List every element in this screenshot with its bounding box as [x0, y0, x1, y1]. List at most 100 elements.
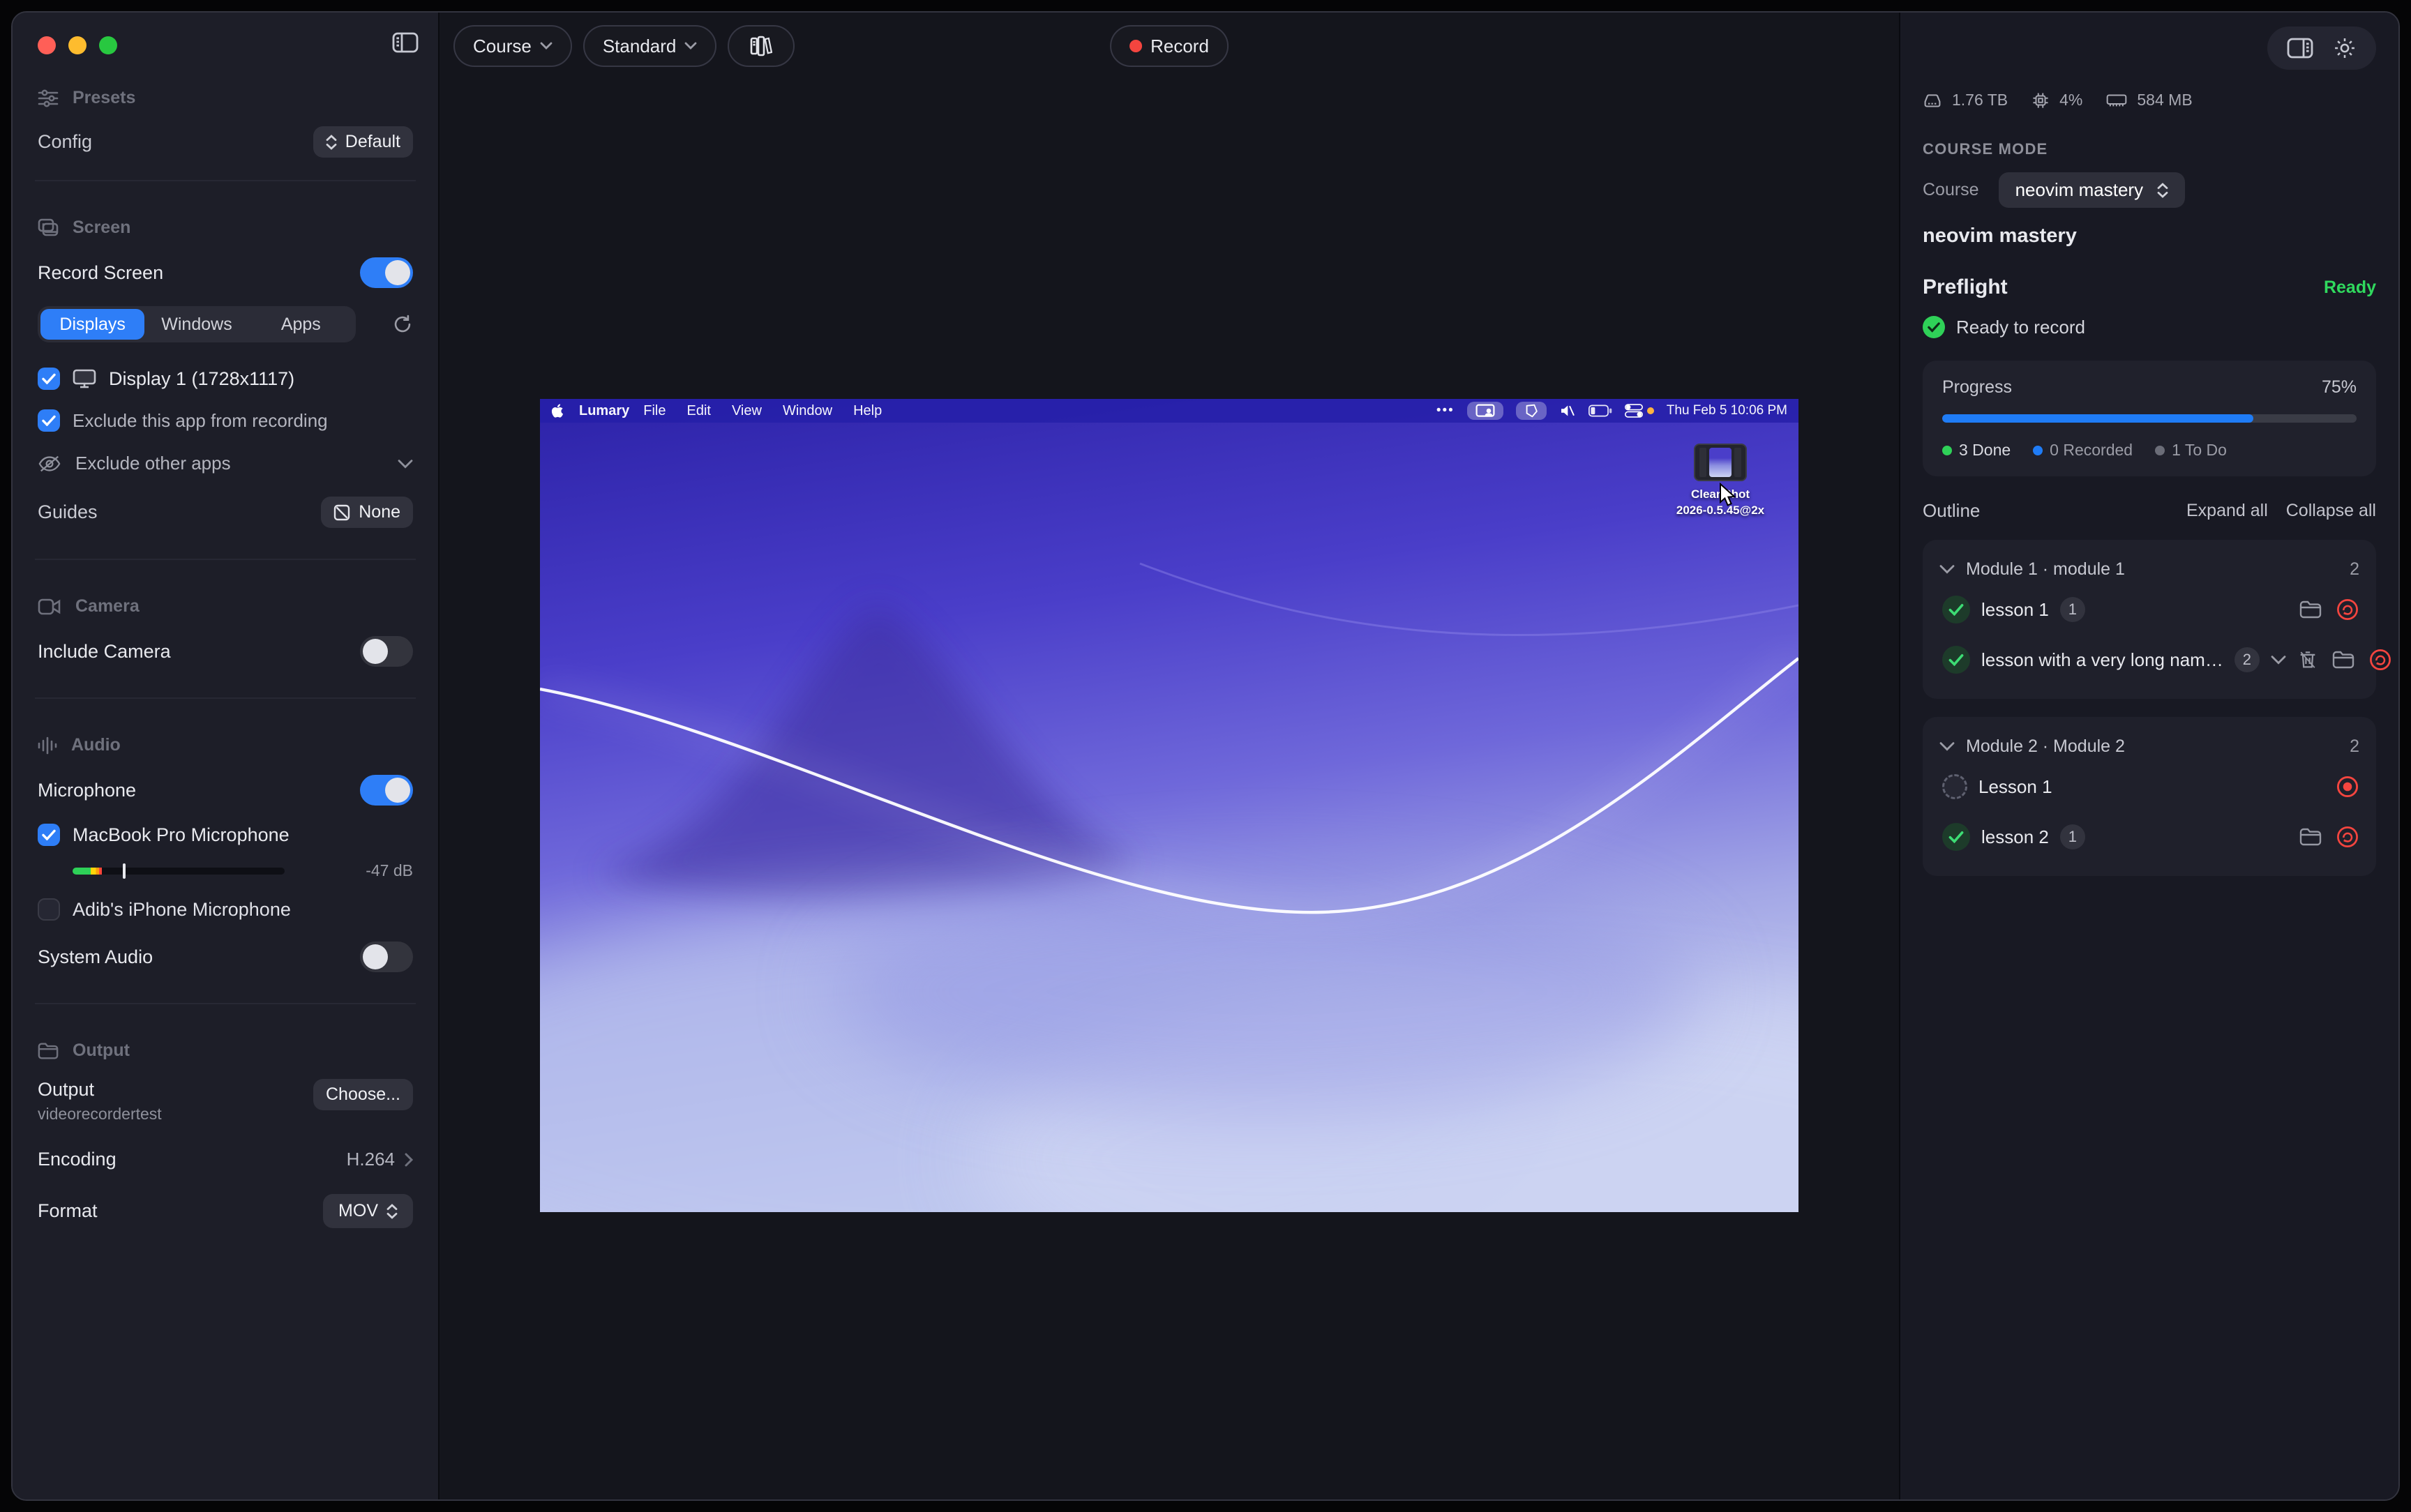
exclude-app-label: Exclude this app from recording — [73, 410, 328, 432]
divider — [35, 180, 416, 181]
iphone-mic-label: Adib's iPhone Microphone — [73, 899, 291, 921]
inner-menu-item[interactable]: Help — [853, 403, 882, 419]
exclude-other-label: Exclude other apps — [75, 453, 231, 474]
mic-level-peak-tick — [123, 863, 126, 879]
rerecord-icon[interactable] — [2336, 598, 2359, 621]
right-sidebar-toggle-icon[interactable] — [2287, 38, 2313, 59]
chevron-down-icon — [684, 42, 697, 50]
rerecord-icon[interactable] — [2336, 825, 2359, 849]
iphone-mic-row[interactable]: Adib's iPhone Microphone — [38, 898, 413, 921]
lesson-row[interactable]: lesson 2 1 — [1939, 812, 2359, 862]
standard-dropdown[interactable]: Standard — [583, 25, 717, 67]
mute-icon[interactable] — [1559, 403, 1576, 418]
record-lesson-icon[interactable] — [2336, 775, 2359, 799]
rerecord-icon[interactable] — [2368, 648, 2392, 672]
chevron-down-icon[interactable] — [398, 459, 413, 469]
record-button[interactable]: Record — [1110, 25, 1229, 67]
system-stats: 1.76 TB 4% 584 MB — [1923, 91, 2376, 109]
status-dot — [1647, 407, 1654, 414]
course-mode-dropdown[interactable]: Course — [453, 25, 572, 67]
folder-icon[interactable] — [2299, 600, 2322, 619]
control-center-icon[interactable] — [1625, 404, 1654, 418]
format-select[interactable]: MOV — [323, 1194, 413, 1228]
outline-label: Outline — [1923, 500, 1980, 522]
macbook-mic-row[interactable]: MacBook Pro Microphone — [38, 824, 413, 846]
microphone-label: Microphone — [38, 780, 136, 801]
lesson-take-badge: 1 — [2060, 824, 2085, 849]
module-header[interactable]: Module 1 · module 12 — [1939, 554, 2359, 584]
zoom-button[interactable] — [99, 36, 117, 54]
lesson-row[interactable]: lesson with a very long nam…2 — [1939, 635, 2359, 685]
lesson-take-badge: 2 — [2235, 647, 2260, 672]
include-camera-label: Include Camera — [38, 641, 171, 663]
exclude-app-row[interactable]: Exclude this app from recording — [38, 409, 413, 432]
config-select[interactable]: Default — [313, 126, 413, 158]
system-audio-label: System Audio — [38, 946, 153, 968]
chevron-down-icon[interactable] — [1939, 741, 1955, 751]
folder-icon[interactable] — [2332, 651, 2354, 669]
cleanshot-menu-icon[interactable] — [1516, 402, 1547, 420]
check-circle-icon — [1923, 316, 1945, 338]
module-header[interactable]: Module 2 · Module 22 — [1939, 731, 2359, 762]
cpu-value: 4% — [2059, 91, 2082, 109]
chevron-down-icon[interactable] — [2271, 655, 2286, 665]
battery-icon[interactable] — [1588, 405, 1612, 417]
inner-menu-item[interactable]: View — [732, 403, 762, 419]
inner-app-name[interactable]: Lumary — [579, 403, 629, 419]
choose-output-button[interactable]: Choose... — [313, 1079, 413, 1110]
collapse-all-link[interactable]: Collapse all — [2286, 501, 2376, 521]
display-row[interactable]: Display 1 (1728x1117) — [38, 368, 413, 390]
record-screen-row: Record Screen — [38, 257, 413, 288]
display-icon — [73, 369, 96, 388]
course-select-label: Course — [1923, 180, 1979, 200]
system-audio-toggle[interactable] — [360, 942, 413, 972]
preflight-message: Ready to record — [1956, 317, 2085, 338]
inner-menu-item[interactable]: File — [643, 403, 666, 419]
lesson-row[interactable]: lesson 11 — [1939, 584, 2359, 635]
display-checkbox[interactable] — [38, 368, 60, 390]
microphone-toggle[interactable] — [360, 775, 413, 806]
module-card: Module 2 · Module 22Lesson 1 lesson 2 1 — [1923, 717, 2376, 876]
inner-menu-item[interactable]: Window — [783, 403, 832, 419]
output-label: Output — [38, 1079, 162, 1101]
folder-icon[interactable] — [2299, 828, 2322, 846]
lesson-row[interactable]: Lesson 1 — [1939, 762, 2359, 812]
screen-sharing-icon[interactable] — [1467, 402, 1503, 420]
stage: Presets Config Default Screen Record Scr… — [0, 0, 2411, 1512]
exclude-app-checkbox[interactable] — [38, 409, 60, 432]
expand-all-link[interactable]: Expand all — [2186, 501, 2268, 521]
close-button[interactable] — [38, 36, 56, 54]
preflight-row: Preflight Ready — [1923, 275, 2376, 299]
tab-apps[interactable]: Apps — [249, 309, 353, 340]
traffic-lights — [38, 13, 413, 54]
lesson-name: lesson 2 — [1981, 826, 2049, 848]
inner-menu-item[interactable]: Edit — [686, 403, 710, 419]
course-select[interactable]: neovim mastery — [1999, 172, 2186, 208]
macbook-mic-checkbox[interactable] — [38, 824, 60, 846]
exclude-other-row[interactable]: Exclude other apps — [38, 453, 413, 474]
tab-windows[interactable]: Windows — [144, 309, 248, 340]
library-button[interactable] — [728, 25, 795, 67]
record-screen-toggle[interactable] — [360, 257, 413, 288]
iphone-mic-checkbox[interactable] — [38, 898, 60, 921]
include-camera-toggle[interactable] — [360, 636, 413, 667]
preflight-message-row: Ready to record — [1923, 316, 2376, 338]
guides-button[interactable]: None — [321, 497, 413, 528]
sidebar-toggle-icon[interactable] — [392, 32, 419, 59]
tab-displays[interactable]: Displays — [40, 309, 144, 340]
toggle-knob — [363, 944, 388, 969]
trash-icon[interactable] — [2297, 649, 2318, 670]
course-mode-header: COURSE MODE — [1923, 140, 2376, 158]
encoding-row[interactable]: Encoding H.264 — [38, 1149, 413, 1170]
app-window: Presets Config Default Screen Record Scr… — [11, 11, 2400, 1501]
encoding-value: H.264 — [347, 1149, 395, 1170]
legend-item: 1 To Do — [2155, 441, 2227, 460]
more-menu-icon[interactable]: ••• — [1436, 403, 1455, 418]
minimize-button[interactable] — [68, 36, 87, 54]
apple-logo-icon[interactable] — [551, 403, 564, 418]
refresh-icon[interactable] — [392, 314, 413, 335]
guides-row: Guides None — [38, 497, 413, 528]
chevron-down-icon[interactable] — [1939, 564, 1955, 574]
inner-clock[interactable]: Thu Feb 5 10:06 PM — [1667, 403, 1787, 418]
gear-icon[interactable] — [2333, 36, 2357, 60]
